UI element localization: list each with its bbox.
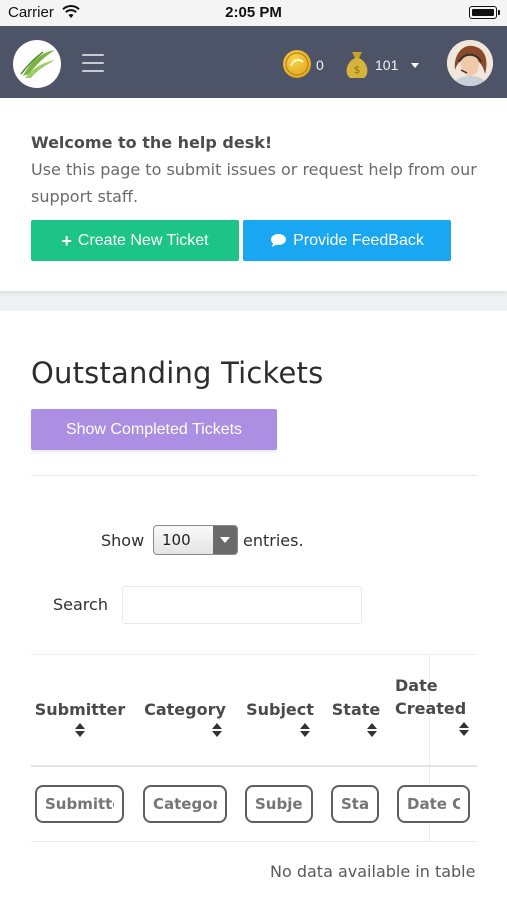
table-top-border [31, 654, 477, 655]
column-header-submitter[interactable]: Submitter [34, 700, 126, 737]
column-header-state[interactable]: State [329, 700, 383, 737]
avatar[interactable] [447, 40, 493, 86]
empty-table-message: No data available in table [270, 862, 476, 881]
column-header-category[interactable]: Category [140, 700, 230, 737]
filter-submitter-input[interactable] [35, 785, 124, 823]
filter-category-input[interactable] [143, 785, 227, 823]
header-divider [31, 765, 477, 767]
leaf-logo-icon[interactable] [13, 40, 61, 88]
status-bar: Carrier 2:05 PM [0, 0, 507, 26]
filter-subject-input[interactable] [245, 785, 313, 823]
coin-count: 0 [316, 57, 324, 73]
show-label: Show [101, 531, 145, 550]
hamburger-icon[interactable] [82, 54, 104, 72]
svg-text:$: $ [354, 65, 360, 76]
create-ticket-label: Create New Ticket [77, 231, 209, 249]
sort-icon [300, 723, 310, 737]
page-title: Outstanding Tickets [31, 356, 324, 390]
column-header-subject[interactable]: Subject [244, 700, 316, 737]
battery-icon [469, 6, 500, 19]
provide-feedback-button[interactable]: Provide FeedBack [243, 220, 451, 261]
show-completed-tickets-button[interactable]: Show Completed Tickets [31, 409, 277, 450]
welcome-text: Use this page to submit issues or reques… [31, 160, 477, 206]
clock: 2:05 PM [225, 4, 282, 21]
provide-feedback-label: Provide FeedBack [293, 231, 424, 249]
entries-value: 100 [162, 531, 191, 549]
entries-select[interactable]: 100 [153, 525, 238, 555]
create-ticket-button[interactable]: + Create New Ticket [31, 220, 239, 261]
bag-count: 101 [375, 57, 399, 73]
search-label: Search [53, 595, 108, 614]
sort-icon [212, 723, 222, 737]
filter-date-created-input[interactable] [397, 785, 470, 823]
column-header-date-created[interactable]: Date Created [395, 676, 477, 736]
app-header: 0 $ 101 [0, 26, 507, 98]
filter-state-input[interactable] [331, 785, 379, 823]
plus-icon: + [61, 230, 72, 251]
comment-icon [271, 234, 287, 247]
search-input[interactable] [122, 586, 362, 624]
money-bag-icon: $ [346, 52, 368, 78]
entries-label: entries. [243, 531, 304, 550]
sort-icon [367, 723, 377, 737]
sort-icon [75, 723, 85, 737]
divider [31, 475, 477, 476]
filter-divider [31, 841, 477, 842]
coin-icon [283, 50, 311, 78]
sort-icon [459, 722, 469, 736]
caret-down-icon[interactable] [411, 63, 419, 68]
welcome-title: Welcome to the help desk! [31, 133, 273, 152]
chevron-down-icon [213, 526, 237, 554]
